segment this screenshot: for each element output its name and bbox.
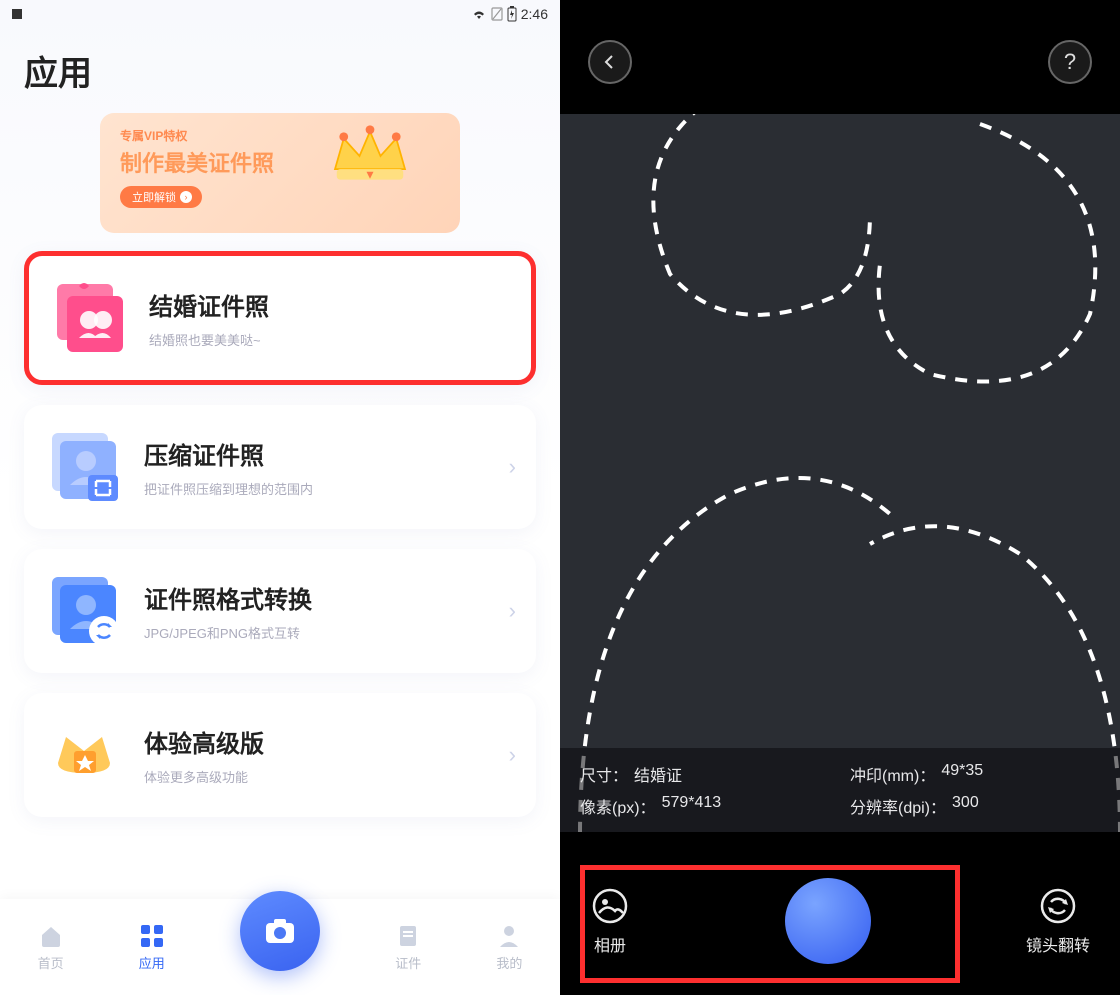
chevron-right-icon: › [509,598,516,624]
highlight-annotation [580,865,960,983]
couple-silhouette-guide [560,114,1120,832]
nav-docs[interactable]: 证件 [395,923,421,972]
card-desc: 结婚照也要美美哒~ [149,330,511,349]
vip-unlock-button[interactable]: 立即解锁 › [120,186,202,208]
page-title: 应用 [0,28,560,105]
photo-spec-overlay: 尺寸：结婚证 冲印(mm)：49*35 像素(px)：579*413 分辨率(d… [560,748,1120,832]
card-title: 压缩证件照 [144,436,489,471]
card-desc: 把证件照压缩到理想的范围内 [144,479,489,498]
dual-screenshot-container: 2:46 应用 专属VIP特权 制作最美证件照 立即解锁 › [0,0,1120,995]
dpi-value: 300 [952,794,979,818]
size-value: 结婚证 [634,762,682,786]
nav-label: 首页 [38,953,64,972]
nav-label: 我的 [496,953,522,972]
apps-icon [139,923,165,949]
card-desc: 体验更多高级功能 [144,767,489,786]
gallery-label: 相册 [594,932,626,956]
vip-unlock-label: 立即解锁 [132,189,176,205]
nav-label: 应用 [139,953,165,972]
print-label: 冲印(mm)： [850,762,935,786]
card-compress-photo[interactable]: 压缩证件照 把证件照压缩到理想的范围内 › [24,405,536,529]
card-title: 体验高级版 [144,724,489,759]
vip-banner[interactable]: 专属VIP特权 制作最美证件照 立即解锁 › [100,113,460,233]
status-time: 2:46 [521,6,548,22]
camera-icon [262,913,298,949]
card-premium[interactable]: 体验高级版 体验更多高级功能 › [24,693,536,817]
camera-top-bar: ? [560,0,1120,104]
battery-charging-icon [507,6,517,22]
status-bar: 2:46 [0,0,560,28]
size-label: 尺寸： [580,762,628,786]
nav-mine[interactable]: 我的 [496,923,522,972]
status-app-indicator [12,9,22,19]
nav-home[interactable]: 首页 [38,923,64,972]
premium-icon [44,715,124,795]
flip-camera-icon [1038,886,1078,926]
chevron-right-icon: › [509,454,516,480]
card-convert-format[interactable]: 证件照格式转换 JPG/JPEG和PNG格式互转 › [24,549,536,673]
dpi-label: 分辨率(dpi)： [850,794,946,818]
gallery-icon [590,886,630,926]
camera-bottom-bar: 相册 镜头翻转 [560,855,1120,995]
gallery-button[interactable]: 相册 [590,886,630,956]
person-icon [496,923,522,949]
card-marriage-photo[interactable]: 结婚证件照 结婚照也要美美哒~ [24,251,536,385]
app-list-screen: 2:46 应用 专属VIP特权 制作最美证件照 立即解锁 › [0,0,560,995]
back-button[interactable] [588,40,632,84]
print-value: 49*35 [941,762,983,786]
chevron-right-icon: › [509,742,516,768]
nav-apps[interactable]: 应用 [139,923,165,972]
no-sim-icon [491,7,503,21]
pixel-label: 像素(px)： [580,794,656,818]
shutter-button[interactable] [785,878,871,964]
camera-viewfinder: 尺寸：结婚证 冲印(mm)：49*35 像素(px)：579*413 分辨率(d… [560,114,1120,832]
camera-screen: ? 尺寸：结婚证 冲印(mm)：49*35 像素(px)：579*413 分辨率… [560,0,1120,995]
nav-label: 证件 [395,953,421,972]
marriage-photo-icon [49,278,129,358]
home-icon [38,923,64,949]
chevron-left-icon [602,54,618,70]
nav-camera-fab[interactable] [240,891,320,971]
status-right: 2:46 [471,6,548,22]
chevron-right-icon: › [180,191,192,203]
crown-icon [325,121,415,191]
pixel-value: 579*413 [662,794,722,818]
card-body: 结婚证件照 结婚照也要美美哒~ [149,287,511,349]
help-button[interactable]: ? [1048,40,1092,84]
flip-camera-button[interactable]: 镜头翻转 [1026,886,1090,956]
card-title: 结婚证件照 [149,287,511,322]
card-body: 体验高级版 体验更多高级功能 [144,724,489,786]
card-desc: JPG/JPEG和PNG格式互转 [144,623,489,642]
wifi-icon [471,8,487,20]
bottom-nav: 首页 应用 证件 我的 [0,899,560,995]
document-icon [395,923,421,949]
question-icon: ? [1064,49,1076,75]
card-title: 证件照格式转换 [144,580,489,615]
card-body: 证件照格式转换 JPG/JPEG和PNG格式互转 [144,580,489,642]
convert-format-icon [44,571,124,651]
compress-photo-icon [44,427,124,507]
card-body: 压缩证件照 把证件照压缩到理想的范围内 [144,436,489,498]
flip-label: 镜头翻转 [1026,932,1090,956]
